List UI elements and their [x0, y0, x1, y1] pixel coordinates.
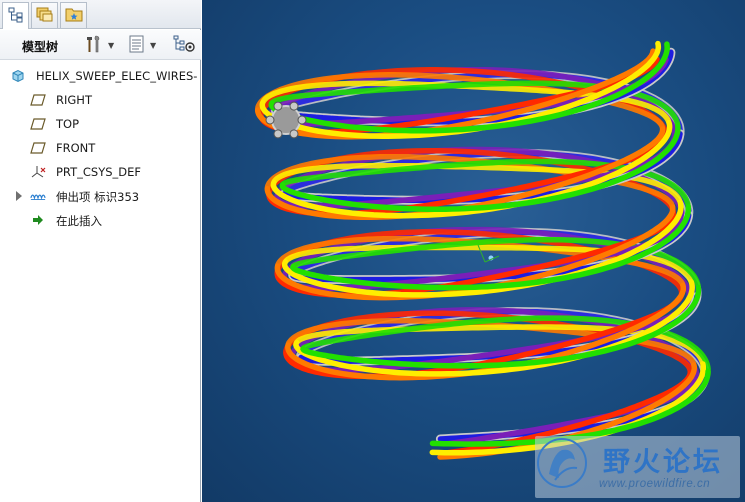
tools-dropdown-button[interactable]: ▼: [84, 34, 114, 56]
tree-item-label: RIGHT: [56, 93, 92, 107]
tab-favorites[interactable]: [60, 2, 87, 28]
tree-root-item[interactable]: HELIX_SWEEP_ELEC_WIRES-: [0, 64, 200, 88]
favorites-icon: [65, 6, 83, 25]
tree-item-protrusion[interactable]: 伸出项 标识353: [0, 184, 200, 208]
forum-logo: [537, 438, 587, 488]
tree-item-label: FRONT: [56, 141, 96, 155]
csys-icon: [30, 164, 46, 180]
helix-wires-model: [254, 40, 711, 460]
insert-here-arrow-icon: [30, 212, 46, 228]
tree-item-label: TOP: [56, 117, 80, 131]
model-tree-panel: 模型树 ▼ ▼ HELIX_SWEEP_ELEC_WIRES- RIGHT TO…: [0, 0, 201, 502]
model-tree-title: 模型树: [22, 40, 59, 54]
graphics-viewport[interactable]: 野火论坛 www.proewildfire.cn: [202, 0, 745, 502]
tree-settings-button[interactable]: [173, 34, 195, 56]
show-list-icon: [128, 34, 146, 57]
tab-model-tree[interactable]: [2, 2, 29, 29]
tree-item-label: 伸出项 标识353: [56, 190, 140, 204]
tab-folder-browser[interactable]: [31, 2, 58, 28]
folder-browser-icon: [36, 6, 54, 25]
tree-item-top[interactable]: TOP: [0, 112, 200, 136]
protrusion-icon: [30, 188, 46, 204]
tree-item-label: PRT_CSYS_DEF: [56, 165, 142, 179]
model-tree: HELIX_SWEEP_ELEC_WIRES- RIGHT TOP FRONT: [0, 64, 200, 232]
datum-plane-icon: [30, 92, 46, 108]
tree-item-label: 在此插入: [56, 214, 102, 228]
tree-item-insert-here[interactable]: 在此插入: [0, 208, 200, 232]
model-tree-icon: [8, 7, 24, 26]
datum-plane-icon: [30, 116, 46, 132]
show-dropdown-button[interactable]: ▼: [128, 34, 156, 56]
watermark-title: 野火论坛: [603, 447, 723, 478]
tree-item-right[interactable]: RIGHT: [0, 88, 200, 112]
tree-settings-icon: [173, 34, 195, 57]
tree-root-label: HELIX_SWEEP_ELEC_WIRES-: [36, 69, 198, 83]
forum-watermark: 野火论坛 www.proewildfire.cn: [535, 436, 740, 498]
chevron-down-icon: ▼: [150, 40, 157, 50]
tree-item-csys[interactable]: PRT_CSYS_DEF: [0, 160, 200, 184]
tools-icon: [84, 34, 104, 57]
chevron-down-icon: ▼: [108, 40, 115, 50]
datum-plane-icon: [30, 140, 46, 156]
part-icon: [10, 68, 26, 84]
panel-tabstrip: [0, 0, 201, 29]
model-tree-toolbar: 模型树 ▼ ▼: [0, 30, 201, 60]
tree-item-front[interactable]: FRONT: [0, 136, 200, 160]
expand-arrow-icon[interactable]: [16, 191, 22, 201]
watermark-url: www.proewildfire.cn: [599, 478, 711, 490]
